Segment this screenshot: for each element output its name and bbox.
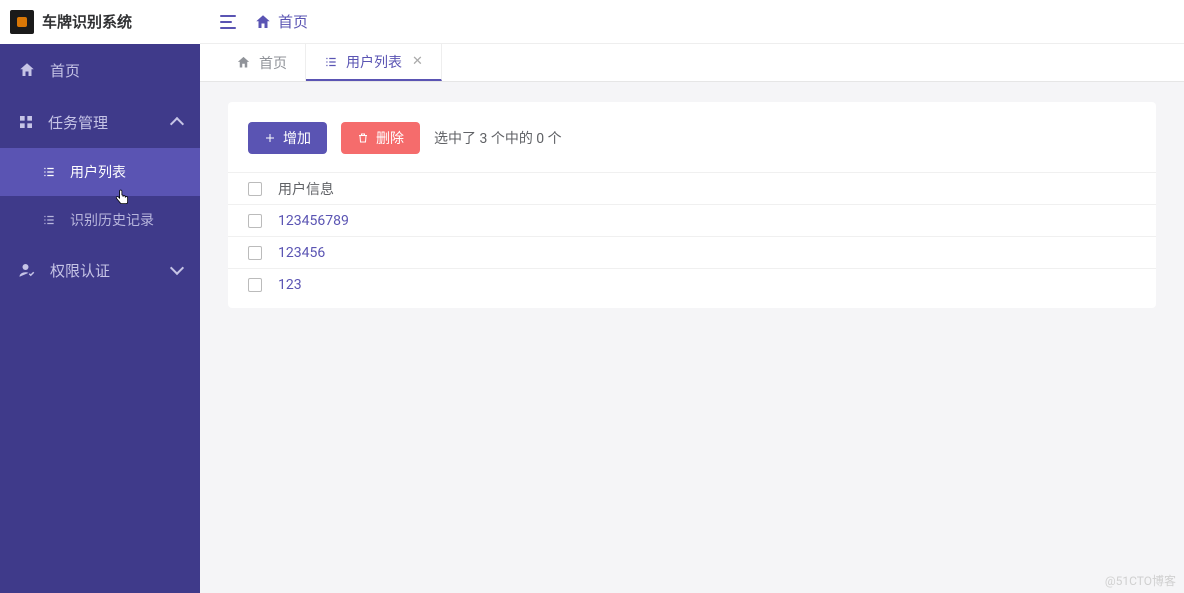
sidebar-group-label: 权限认证 [50,260,110,281]
tabs-row: 首页 用户列表 ✕ [200,44,1184,82]
trash-icon [357,132,369,144]
table-row[interactable]: 123456 [228,236,1156,268]
app-title: 车牌识别系统 [42,11,132,32]
sidebar-item-users[interactable]: 用户列表 [0,148,200,196]
table-header: 用户信息 [228,172,1156,204]
plus-icon [264,132,276,144]
delete-button[interactable]: 删除 [341,122,420,154]
close-icon[interactable]: ✕ [412,54,423,69]
sidebar-group-auth[interactable]: 权限认证 [0,244,200,296]
chevron-down-icon [170,261,184,275]
logo-block: 车牌识别系统 [0,0,200,44]
home-icon [254,13,272,31]
row-checkbox[interactable] [248,278,262,292]
logo-icon [10,10,34,34]
row-value[interactable]: 123456789 [278,213,1136,229]
sidebar-item-label: 首页 [50,60,80,81]
sidebar-item-history[interactable]: 识别历史记录 [0,196,200,244]
hamburger-icon[interactable] [220,15,236,29]
row-checkbox[interactable] [248,246,262,260]
tab-label: 用户列表 [346,52,402,72]
row-value[interactable]: 123456 [278,245,1136,261]
table-row[interactable]: 123456789 [228,204,1156,236]
tab-users[interactable]: 用户列表 ✕ [306,44,442,81]
select-all-checkbox[interactable] [248,182,262,196]
sidebar-group-tasks[interactable]: 任务管理 [0,96,200,148]
delete-button-label: 删除 [376,128,404,148]
row-checkbox[interactable] [248,214,262,228]
add-button-label: 增加 [283,128,311,148]
top-actions: 首页 [200,0,308,43]
topbar: 车牌识别系统 首页 [0,0,1184,44]
sidebar-group-label: 任务管理 [48,112,108,133]
home-link[interactable]: 首页 [254,11,308,32]
user-check-icon [18,261,36,279]
home-icon [236,55,251,70]
list-icon [324,55,338,69]
watermark: @51CTO博客 [1105,572,1176,589]
home-link-label: 首页 [278,11,308,32]
sidebar-item-label: 用户列表 [70,162,126,182]
sidebar-item-home[interactable]: 首页 [0,44,200,96]
sidebar: 首页 任务管理 用户列表 识别历史记录 权限认证 [0,44,200,593]
chevron-up-icon [170,117,184,131]
tab-label: 首页 [259,53,287,73]
column-header: 用户信息 [278,179,1136,199]
sidebar-item-label: 识别历史记录 [70,210,154,230]
selection-info: 选中了 3 个中的 0 个 [434,128,562,148]
grid-icon [18,114,34,130]
toolbar: 增加 删除 选中了 3 个中的 0 个 [228,122,1156,172]
row-value[interactable]: 123 [278,277,1136,293]
content-area: 首页 用户列表 ✕ 增加 删除 选中了 3 个中的 0 个 [200,44,1184,593]
home-icon [18,61,36,79]
tab-home[interactable]: 首页 [218,44,306,81]
table-row[interactable]: 123 [228,268,1156,300]
list-icon [42,165,56,179]
add-button[interactable]: 增加 [248,122,327,154]
list-icon [42,213,56,227]
main-panel: 增加 删除 选中了 3 个中的 0 个 用户信息 123456789 12345… [228,102,1156,308]
